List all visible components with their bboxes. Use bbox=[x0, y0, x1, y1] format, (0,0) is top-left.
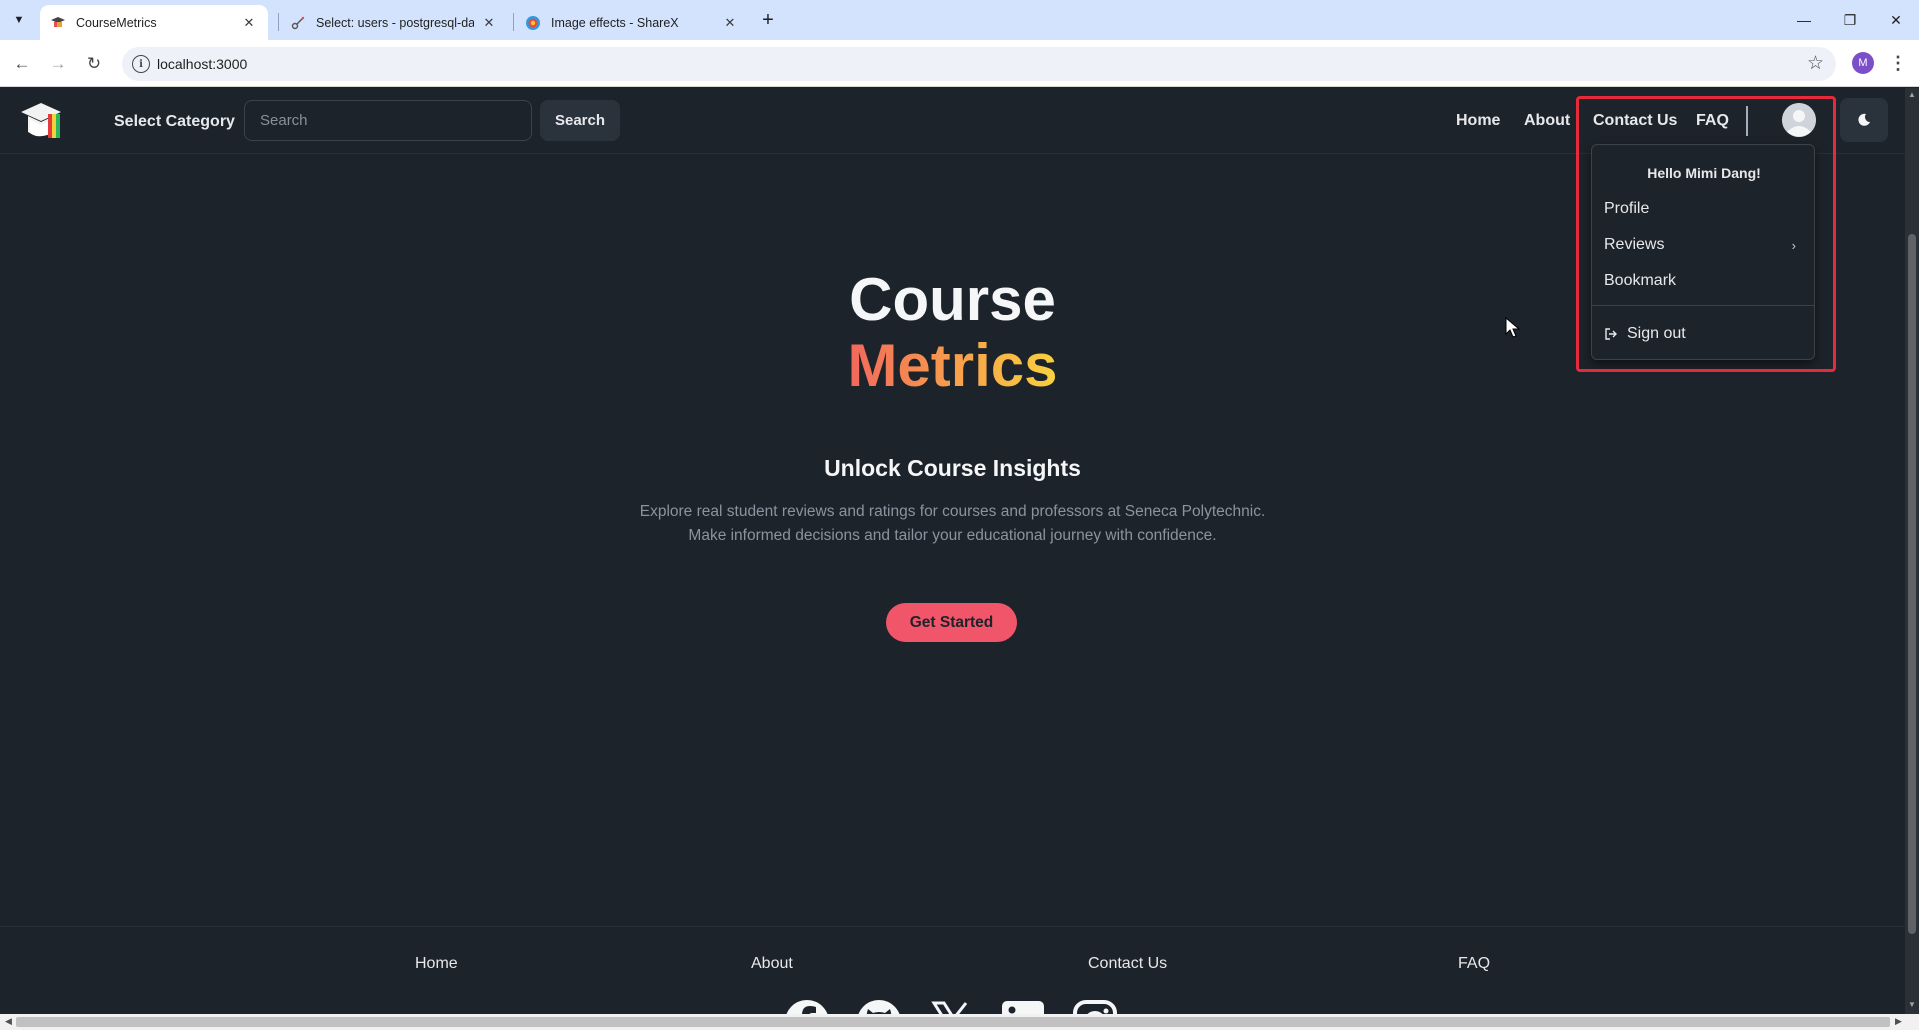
tab-title: Select: users - postgresql-datab bbox=[316, 15, 474, 30]
tab-divider bbox=[513, 13, 514, 31]
tab-title: CourseMetrics bbox=[76, 15, 157, 30]
back-arrow-icon[interactable]: ← bbox=[8, 50, 36, 78]
nav-home-link[interactable]: Home bbox=[1456, 108, 1500, 134]
sharex-favicon-icon bbox=[525, 15, 541, 31]
tab-divider bbox=[278, 13, 279, 31]
menu-item-reviews[interactable]: Reviews › bbox=[1604, 230, 1804, 260]
footer-contact-link[interactable]: Contact Us bbox=[1088, 955, 1167, 973]
close-tab-icon[interactable]: ✕ bbox=[240, 14, 258, 32]
moon-icon bbox=[1858, 113, 1870, 126]
scroll-right-arrow-icon[interactable]: ▶ bbox=[1895, 1016, 1902, 1027]
hero-title-metrics: Metrics bbox=[0, 336, 1905, 396]
github-icon[interactable] bbox=[856, 999, 902, 1014]
hero-title-course: Course bbox=[849, 266, 1056, 333]
vertical-scrollbar[interactable]: ▲ ▼ bbox=[1905, 88, 1919, 1014]
select-category-button[interactable]: Select Category bbox=[108, 108, 241, 136]
horizontal-scrollbar[interactable]: ◀ ▶ bbox=[0, 1014, 1919, 1030]
hero-description-line: Explore real student reviews and ratings… bbox=[639, 503, 1266, 520]
theme-toggle-button[interactable] bbox=[1840, 98, 1888, 142]
user-greeting: Hello Mimi Dang! bbox=[1647, 165, 1761, 181]
forward-arrow-icon[interactable]: → bbox=[44, 50, 72, 78]
close-window-icon[interactable]: ✕ bbox=[1873, 8, 1919, 32]
hero-description: Explore real student reviews and ratings… bbox=[0, 500, 1905, 548]
tab-search-button[interactable]: ▼ bbox=[8, 9, 30, 31]
page-viewport: Select Category Search Home About Contac… bbox=[0, 88, 1905, 1014]
new-tab-button[interactable]: + bbox=[756, 9, 780, 31]
vertical-scrollbar-thumb[interactable] bbox=[1908, 234, 1916, 934]
close-tab-icon[interactable]: ✕ bbox=[480, 14, 498, 32]
horizontal-scrollbar-thumb[interactable] bbox=[16, 1017, 1890, 1027]
user-avatar-button[interactable] bbox=[1782, 103, 1816, 137]
x-twitter-icon[interactable] bbox=[928, 999, 974, 1014]
hero-title-metrics-text: Metrics bbox=[847, 332, 1058, 399]
get-started-button[interactable]: Get Started bbox=[886, 603, 1017, 642]
menu-item-label: Reviews bbox=[1604, 236, 1665, 253]
browser-toolbar: ← → ↻ i localhost:3000 ☆ M ⋮ bbox=[0, 40, 1919, 87]
footer-home-link[interactable]: Home bbox=[415, 955, 458, 973]
tab-postgresql[interactable]: Select: users - postgresql-datab ✕ bbox=[280, 5, 508, 40]
footer-faq-link[interactable]: FAQ bbox=[1458, 955, 1490, 973]
tab-coursemetrics[interactable]: CourseMetrics ✕ bbox=[40, 5, 268, 40]
browser-tab-bar: ▼ CourseMetrics ✕ Select: users - postgr… bbox=[0, 0, 1919, 40]
coursemetrics-favicon-icon bbox=[50, 15, 66, 31]
database-favicon-icon bbox=[290, 15, 306, 31]
nav-contact-link[interactable]: Contact Us bbox=[1593, 108, 1677, 134]
close-tab-icon[interactable]: ✕ bbox=[721, 14, 739, 32]
user-avatar-icon bbox=[1782, 103, 1816, 137]
nav-faq-link[interactable]: FAQ bbox=[1696, 108, 1729, 134]
scroll-left-arrow-icon[interactable]: ◀ bbox=[5, 1016, 12, 1027]
site-footer: Home About Contact Us FAQ bbox=[0, 926, 1905, 1014]
menu-item-profile[interactable]: Profile bbox=[1604, 194, 1804, 224]
browser-profile-avatar[interactable]: M bbox=[1852, 52, 1874, 74]
hero-subtitle: Unlock Course Insights bbox=[824, 455, 1081, 481]
footer-about-link[interactable]: About bbox=[751, 955, 793, 973]
search-button[interactable]: Search bbox=[540, 100, 620, 141]
tab-title: Image effects - ShareX bbox=[551, 15, 679, 30]
chevron-right-icon: › bbox=[1791, 237, 1796, 253]
linkedin-icon[interactable] bbox=[1000, 999, 1046, 1014]
scroll-down-arrow-icon[interactable]: ▼ bbox=[1907, 1000, 1917, 1009]
browser-menu-icon[interactable]: ⋮ bbox=[1888, 50, 1908, 76]
nav-divider bbox=[1746, 106, 1748, 136]
facebook-icon[interactable] bbox=[784, 999, 830, 1014]
bookmark-star-icon[interactable]: ☆ bbox=[1807, 52, 1824, 75]
url-text[interactable]: localhost:3000 bbox=[157, 56, 247, 72]
mouse-cursor-icon bbox=[1505, 317, 1521, 338]
site-info-icon[interactable]: i bbox=[132, 55, 150, 73]
reload-icon[interactable]: ↻ bbox=[80, 50, 108, 78]
tab-sharex[interactable]: Image effects - ShareX ✕ bbox=[515, 5, 749, 40]
restore-icon[interactable]: ❐ bbox=[1827, 8, 1873, 32]
hero-description-line: Make informed decisions and tailor your … bbox=[688, 527, 1217, 544]
coursemetrics-logo[interactable] bbox=[18, 98, 64, 142]
scroll-up-arrow-icon[interactable]: ▲ bbox=[1907, 90, 1917, 99]
address-bar[interactable]: i localhost:3000 ☆ bbox=[122, 47, 1836, 81]
instagram-icon[interactable] bbox=[1072, 999, 1118, 1014]
nav-about-link[interactable]: About bbox=[1524, 108, 1570, 134]
search-input[interactable] bbox=[244, 100, 532, 141]
minimize-icon[interactable]: — bbox=[1781, 8, 1827, 32]
